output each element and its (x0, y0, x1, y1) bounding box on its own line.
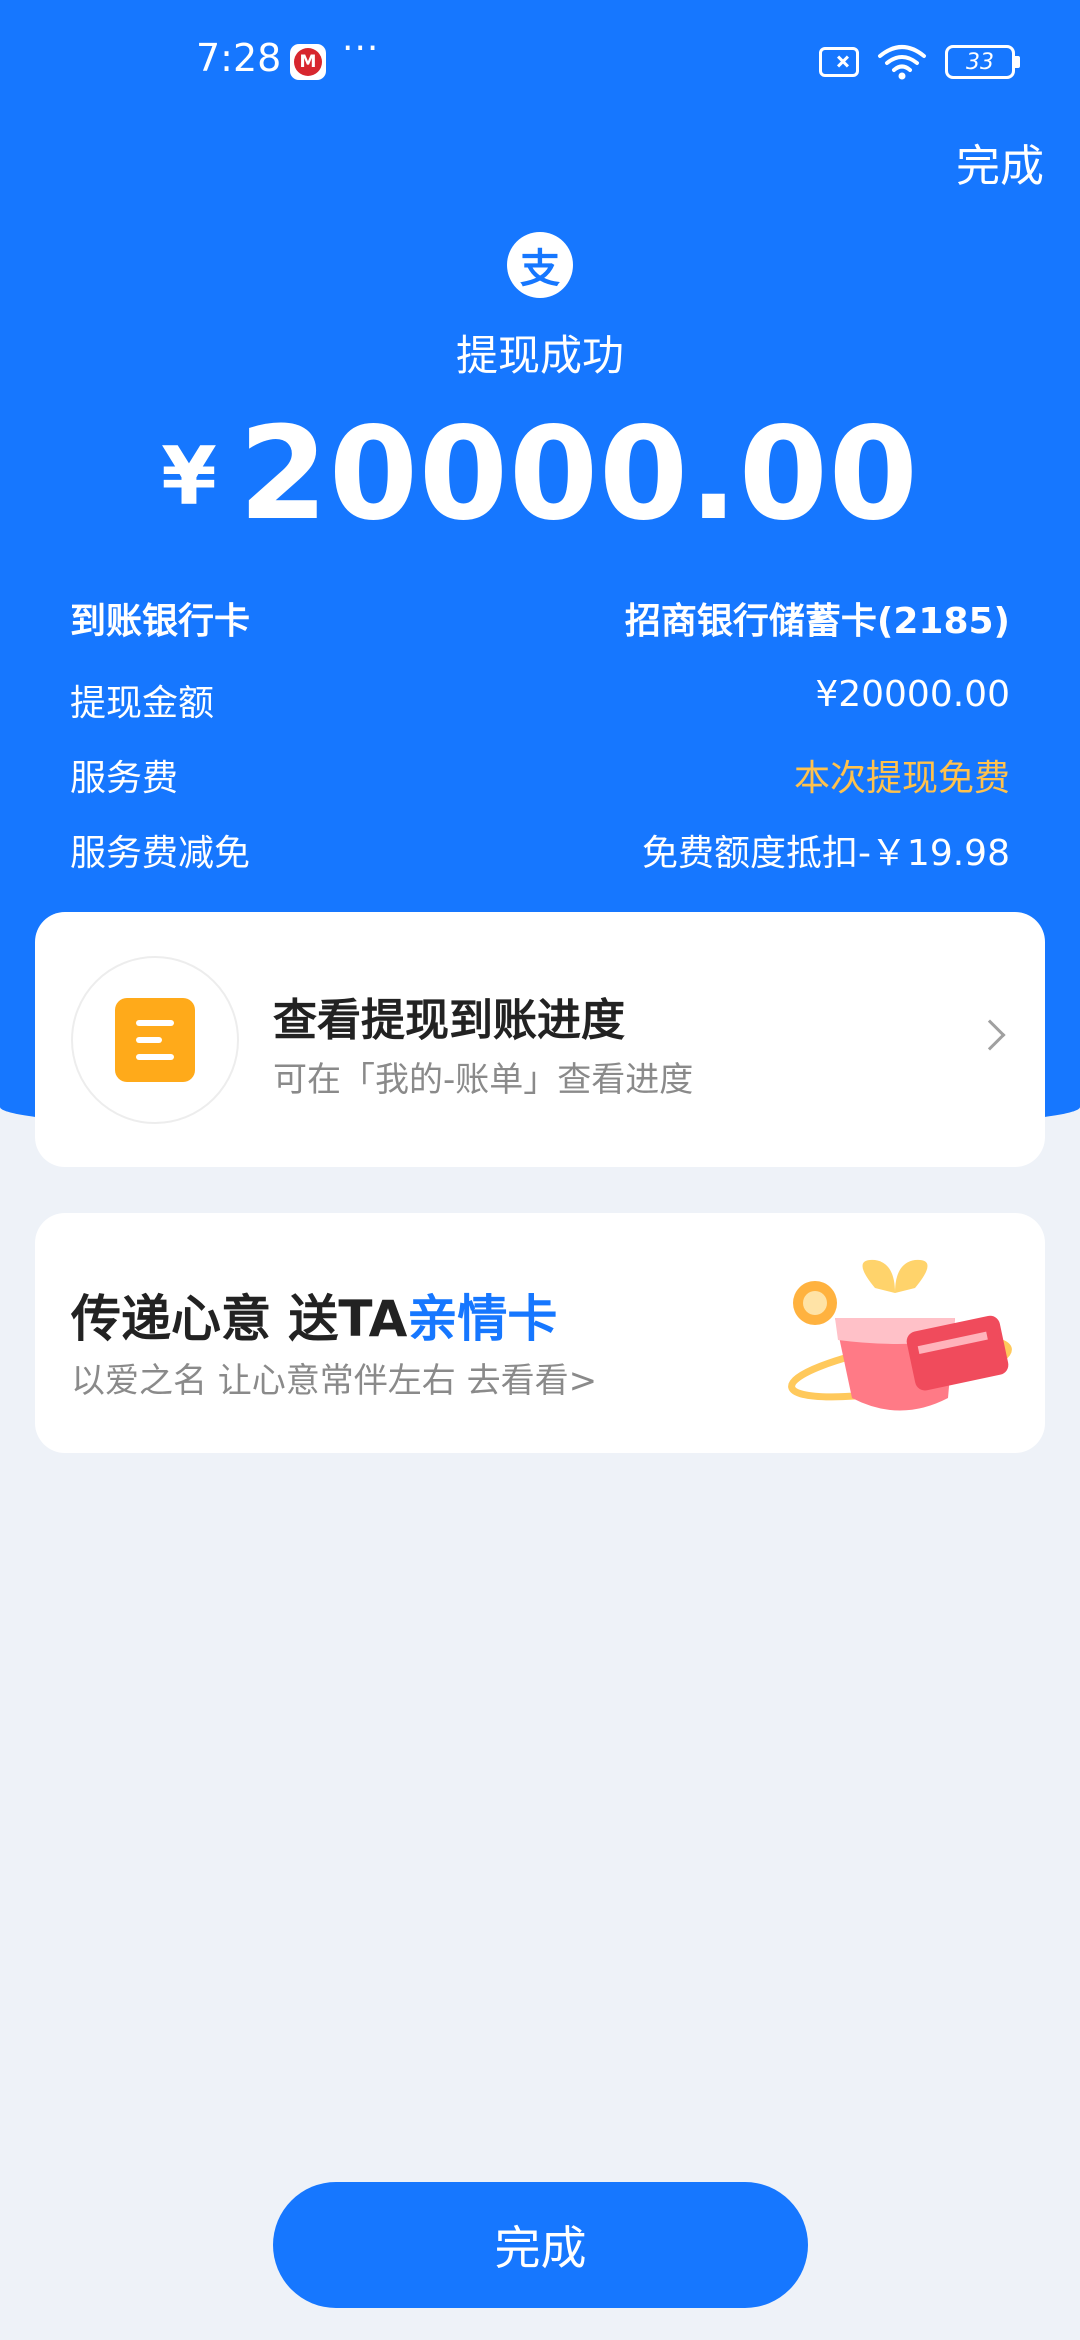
promo-title-prefix: 传递心意 送TA (71, 1290, 408, 1348)
promo-title-highlight: 亲情卡 (407, 1290, 558, 1348)
progress-card[interactable]: 查看提现到账进度 可在「我的-账单」查看进度 (35, 912, 1045, 1167)
cmb-bank-icon: M (290, 44, 326, 80)
progress-card-title: 查看提现到账进度 (273, 995, 625, 1046)
page-title: 提现成功 (455, 331, 624, 380)
battery-level: 33 (945, 45, 1015, 79)
amount-value: 20000.00 (238, 400, 919, 549)
wifi-icon (878, 45, 926, 80)
no-sim-icon (819, 47, 859, 77)
detail-row-amount: 提现金额 ¥20000.00 (70, 674, 1010, 726)
document-icon (115, 998, 195, 1082)
detail-label: 到账银行卡 (70, 601, 251, 642)
detail-value: ¥20000.00 (815, 674, 1010, 715)
detail-value: 招商银行储蓄卡(2185) (624, 601, 1010, 642)
done-link[interactable]: 完成 (956, 130, 1044, 194)
gift-card-illustration (788, 1259, 1012, 1411)
status-bar: 7:28 M ··· 33 (0, 0, 1080, 125)
progress-icon-wrapper (71, 956, 239, 1124)
detail-label: 服务费 (70, 758, 179, 799)
detail-label: 提现金额 (70, 683, 215, 724)
detail-row-bank-card: 到账银行卡 招商银行储蓄卡(2185) (70, 592, 1010, 644)
done-button[interactable]: 完成 (273, 2182, 808, 2308)
detail-value: 免费额度抵扣-￥19.98 (641, 833, 1010, 874)
withdraw-amount: ¥20000.00 (0, 400, 1080, 549)
detail-label: 服务费减免 (70, 833, 251, 874)
battery-icon: 33 (945, 45, 1020, 79)
detail-row-fee-waiver: 服务费减免 免费额度抵扣-￥19.98 (70, 824, 1010, 876)
currency-symbol: ¥ (161, 430, 217, 523)
promo-card-title: 传递心意 送TA亲情卡 (71, 1279, 557, 1351)
promo-card-subtitle[interactable]: 以爱之名 让心意常伴左右 去看看> (71, 1353, 597, 1402)
detail-row-fee: 服务费 本次提现免费 (70, 749, 1010, 801)
chevron-right-icon (974, 1019, 1006, 1051)
progress-card-subtitle: 可在「我的-账单」查看进度 (273, 1060, 694, 1100)
alipay-logo-icon: 支 (507, 232, 573, 298)
more-notifications-icon: ··· (342, 28, 380, 69)
promo-card[interactable]: 传递心意 送TA亲情卡 以爱之名 让心意常伴左右 去看看> (35, 1213, 1045, 1453)
status-time: 7:28 (196, 36, 282, 80)
detail-value-free: 本次提现免费 (793, 758, 1010, 799)
